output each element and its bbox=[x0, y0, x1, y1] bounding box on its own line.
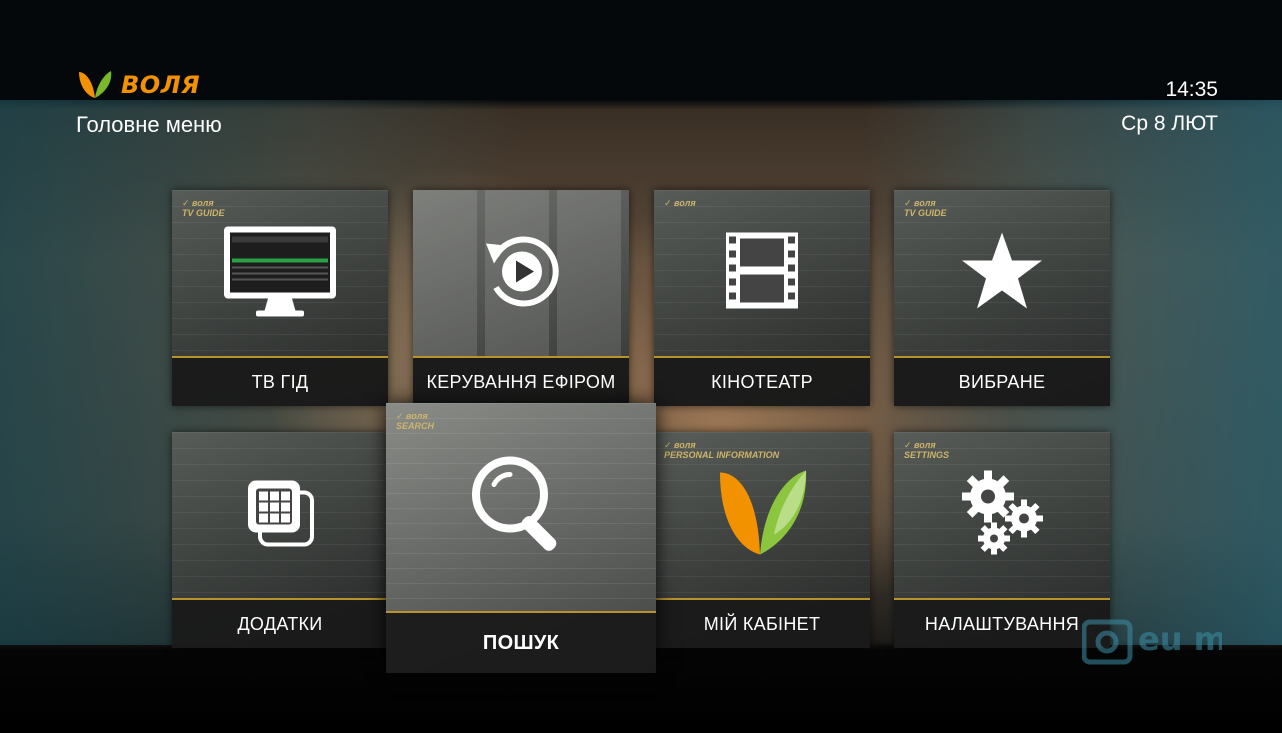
volia-leaf-icon bbox=[714, 465, 810, 566]
mini-brand-logo: ✓ воля TV GUIDE bbox=[182, 198, 225, 218]
menu-tile-favorites[interactable]: ✓ воля TV GUIDE ВИБРАНЕ bbox=[894, 190, 1110, 406]
gears-icon bbox=[954, 467, 1050, 564]
menu-tile-search[interactable]: ✓ воля SEARCH ПОШУК bbox=[386, 403, 656, 673]
tile-label: МІЙ КАБІНЕТ bbox=[654, 598, 870, 648]
tile-label: НАЛАШТУВАННЯ bbox=[894, 598, 1110, 648]
menu-tile-playback-control[interactable]: КЕРУВАННЯ ЕФІРОМ bbox=[413, 190, 629, 406]
magnifier-icon bbox=[466, 451, 576, 566]
brand-name: ВОЛЯ bbox=[121, 71, 201, 99]
mini-brand-logo: ✓ воля bbox=[664, 198, 696, 208]
tile-label: ВИБРАНЕ bbox=[894, 356, 1110, 406]
film-strip-icon bbox=[722, 231, 802, 316]
mini-brand-logo: ✓ воля PERSONAL INFORMATION bbox=[664, 440, 780, 460]
mini-brand-logo: ✓ воля SETTINGS bbox=[904, 440, 950, 460]
app-grid-icon bbox=[242, 475, 318, 556]
tile-label: ТВ ГІД bbox=[172, 356, 388, 406]
menu-tile-settings[interactable]: ✓ воля SETTINGS НАЛАШТУВАННЯ bbox=[894, 432, 1110, 648]
svg-text:eu music: eu music bbox=[1138, 620, 1222, 658]
tile-label: КЕРУВАННЯ ЕФІРОМ bbox=[413, 356, 629, 406]
tile-label: КІНОТЕАТР bbox=[654, 356, 870, 406]
mini-brand-logo: ✓ воля SEARCH bbox=[396, 411, 435, 431]
clock: 14:35 bbox=[1165, 78, 1218, 101]
channel-watermark: eu music bbox=[1081, 612, 1282, 668]
tile-label: ДОДАТКИ bbox=[172, 598, 388, 648]
mini-brand-logo: ✓ воля TV GUIDE bbox=[904, 198, 947, 218]
date: Ср 8 ЛЮТ bbox=[1121, 112, 1218, 135]
tv-monitor-icon bbox=[218, 223, 342, 324]
menu-tile-apps[interactable]: ДОДАТКИ bbox=[172, 432, 388, 648]
tile-label: ПОШУК bbox=[386, 611, 656, 673]
volia-leaf-logo-icon bbox=[79, 71, 112, 98]
brand-logo: ВОЛЯ bbox=[75, 68, 200, 102]
replay-play-icon bbox=[476, 226, 566, 321]
page-title: Головне меню bbox=[76, 112, 222, 137]
star-icon bbox=[960, 231, 1044, 316]
menu-tile-my-account[interactable]: ✓ воля PERSONAL INFORMATION МІЙ КАБІНЕТ bbox=[654, 432, 870, 648]
menu-tile-tv-guide[interactable]: ✓ воля TV GUIDE ТВ ГІД bbox=[172, 190, 388, 406]
menu-tile-cinema[interactable]: ✓ воля КІНОТЕАТР bbox=[654, 190, 870, 406]
